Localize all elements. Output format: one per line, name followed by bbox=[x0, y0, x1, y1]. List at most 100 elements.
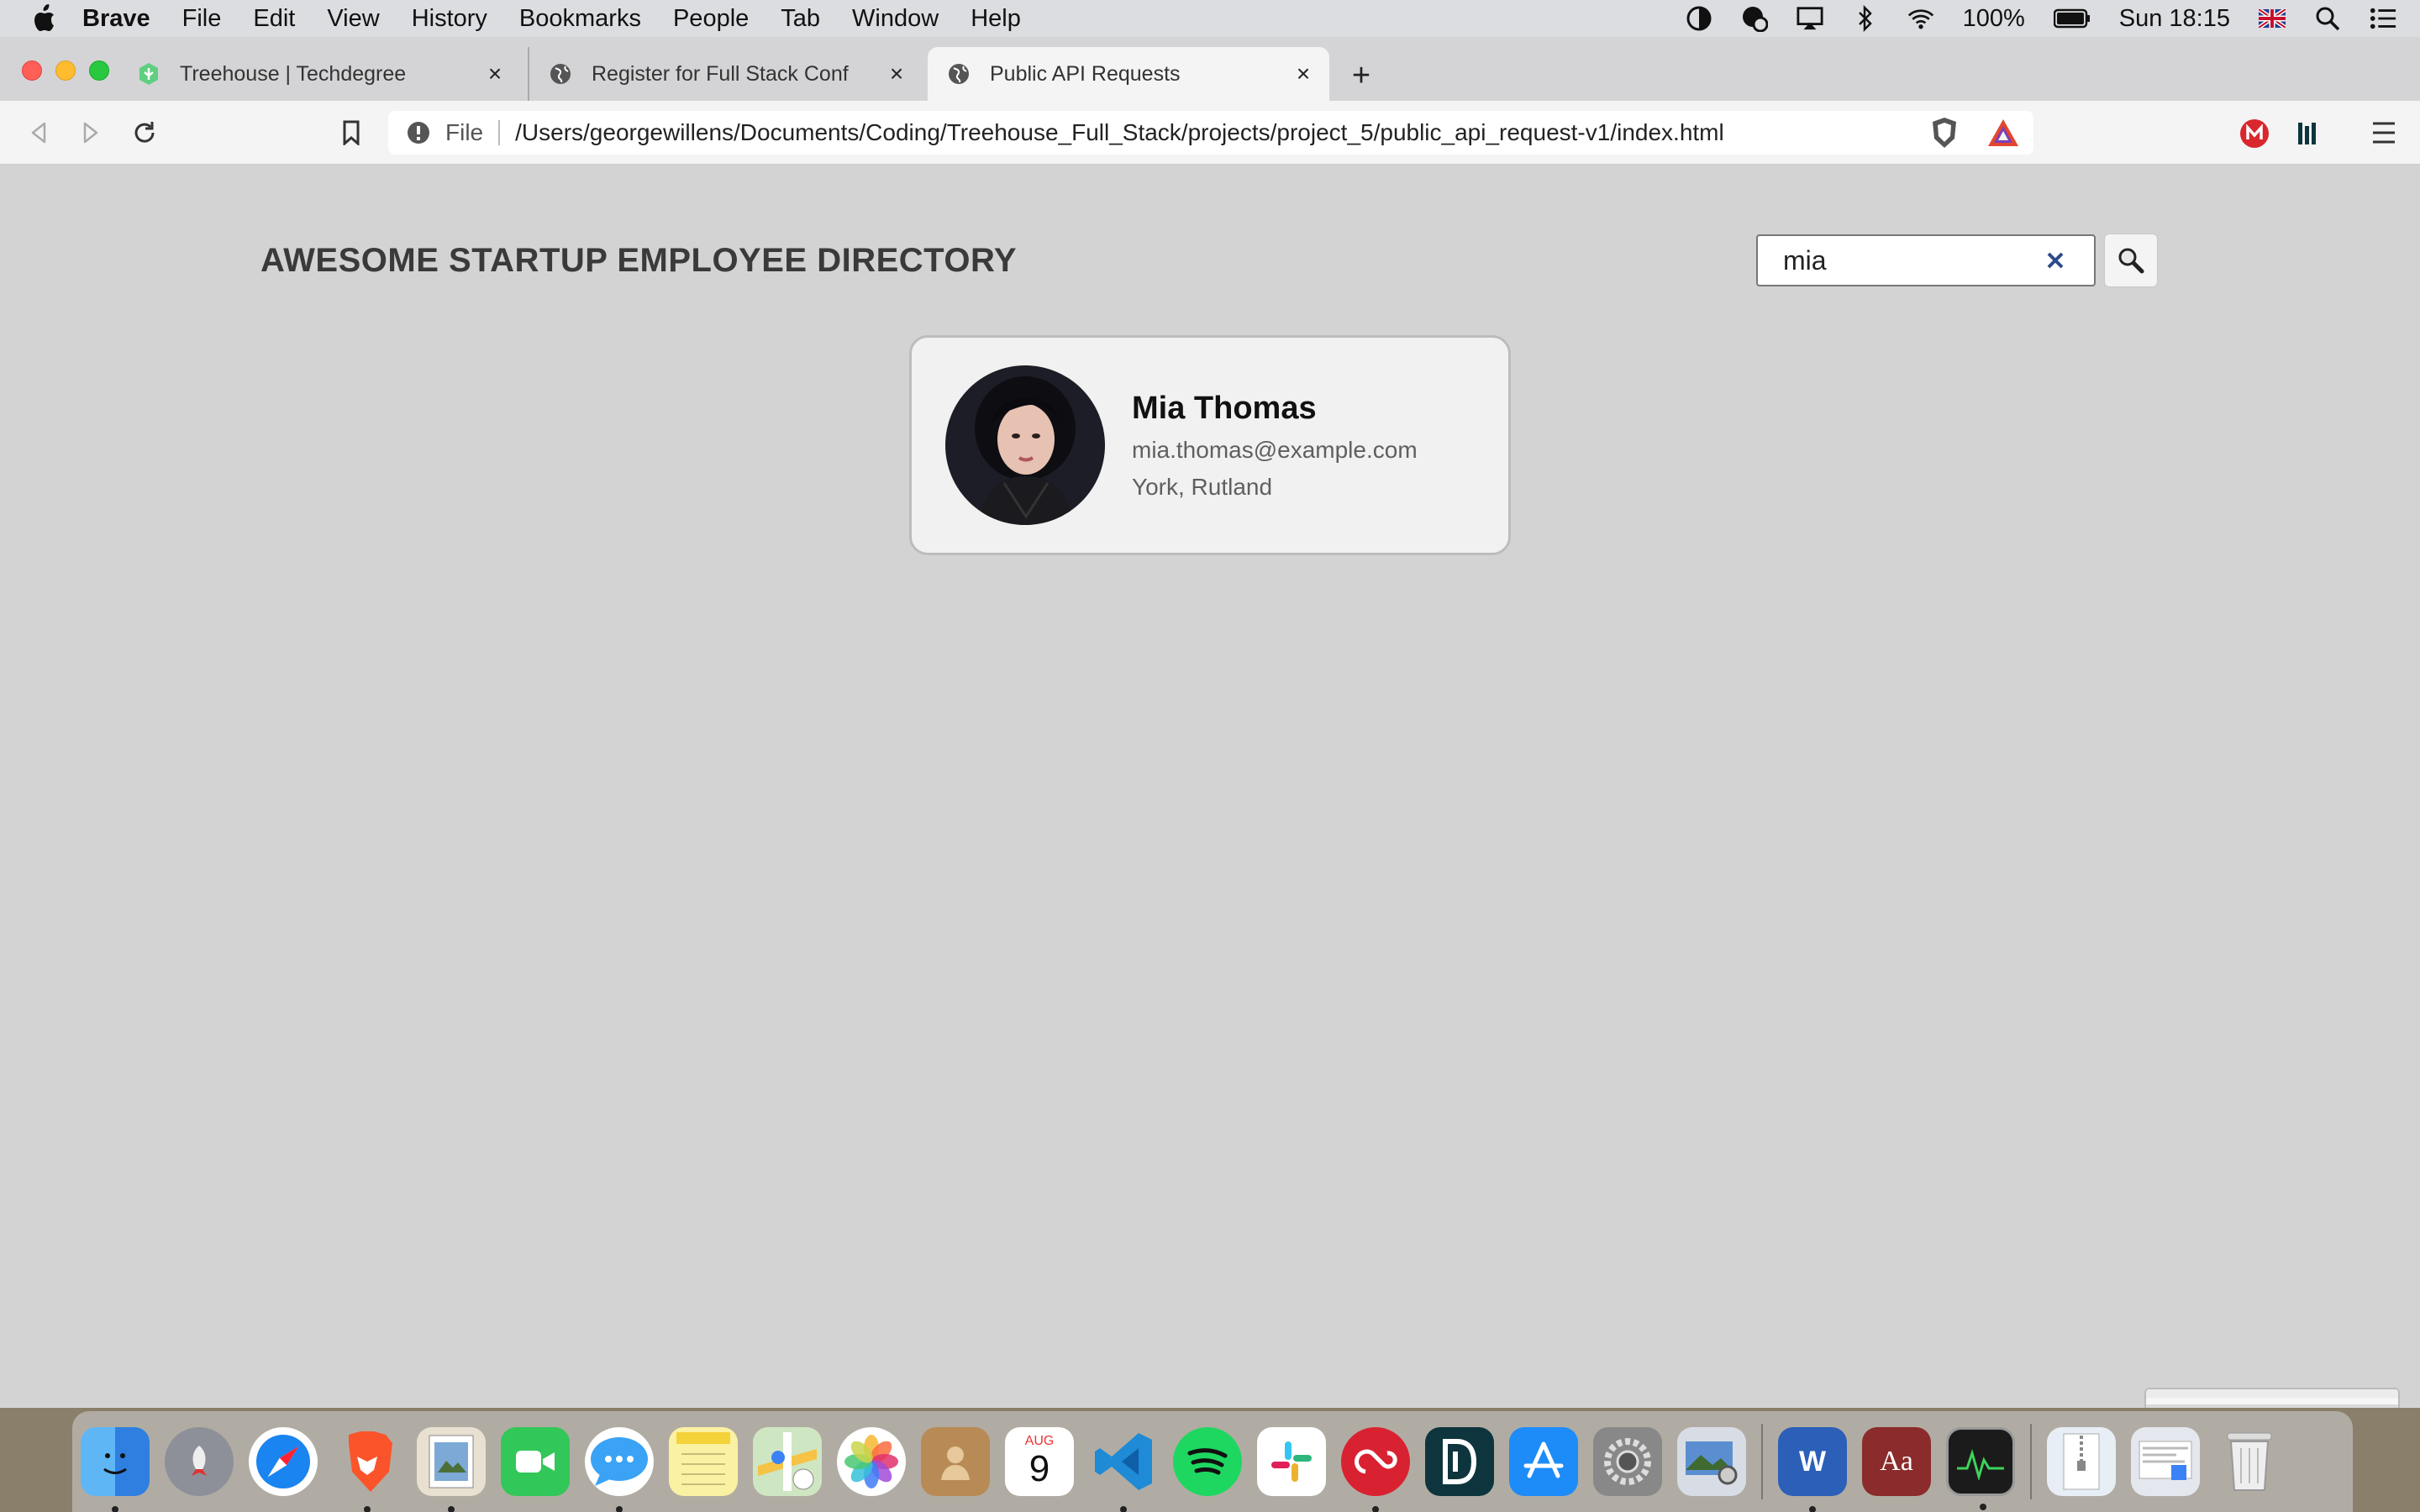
bookmark-icon[interactable] bbox=[334, 116, 368, 150]
apple-menu-icon[interactable] bbox=[20, 0, 67, 37]
treehouse-icon bbox=[136, 61, 161, 87]
window-minimize-button[interactable] bbox=[55, 60, 76, 81]
globe-icon bbox=[946, 61, 971, 87]
slack-icon[interactable] bbox=[1257, 1427, 1326, 1496]
menu-clock[interactable]: Sun 18:15 bbox=[2119, 5, 2230, 33]
running-indicator bbox=[448, 1506, 455, 1512]
page-content: AWESOME STARTUP EMPLOYEE DIRECTORY mia M… bbox=[0, 165, 2420, 1512]
safari-icon[interactable] bbox=[249, 1427, 318, 1496]
activity-monitor-icon[interactable] bbox=[1946, 1427, 2015, 1510]
menu-app-name[interactable]: Brave bbox=[82, 0, 150, 37]
running-indicator bbox=[364, 1506, 371, 1512]
menu-view[interactable]: View bbox=[327, 0, 379, 37]
browser-menu-icon[interactable] bbox=[2370, 118, 2398, 148]
running-indicator bbox=[1809, 1506, 1816, 1512]
contrast-icon[interactable] bbox=[1686, 5, 1712, 32]
menu-bookmarks[interactable]: Bookmarks bbox=[519, 0, 641, 37]
dashlane-extension-icon[interactable] bbox=[2291, 118, 2323, 150]
tab-close-icon[interactable]: × bbox=[1291, 60, 1316, 87]
browser-tab-strip: Treehouse | Techdegree × Register for Fu… bbox=[0, 37, 2420, 101]
dock-separator bbox=[2030, 1424, 2032, 1499]
wifi-icon[interactable] bbox=[1907, 5, 1934, 32]
address-url[interactable]: /Users/georgewillens/Documents/Coding/Tr… bbox=[515, 119, 2033, 146]
uk-flag-icon[interactable] bbox=[2259, 5, 2286, 32]
running-indicator bbox=[1120, 1506, 1127, 1512]
search-submit-button[interactable] bbox=[2104, 234, 2158, 287]
menu-tab[interactable]: Tab bbox=[781, 0, 820, 37]
dashlane-icon[interactable] bbox=[1425, 1427, 1494, 1496]
tab-close-icon[interactable]: × bbox=[884, 60, 909, 87]
spotify-icon[interactable] bbox=[1173, 1427, 1242, 1496]
reload-icon[interactable] bbox=[128, 116, 161, 150]
bluetooth-icon[interactable] bbox=[1852, 5, 1879, 32]
finder-icon[interactable] bbox=[81, 1427, 150, 1512]
tab-title: Treehouse | Techdegree bbox=[180, 61, 407, 86]
new-tab-icon[interactable]: + bbox=[1344, 59, 1378, 92]
tab-title: Register for Full Stack Conf bbox=[592, 61, 849, 86]
brave-rewards-icon[interactable] bbox=[1986, 118, 2020, 148]
brave-shields-icon[interactable] bbox=[1929, 116, 1960, 150]
dictionary-icon[interactable]: Aa bbox=[1862, 1427, 1931, 1496]
image-capture-icon[interactable] bbox=[1677, 1427, 1746, 1496]
search-icon bbox=[2118, 248, 2144, 274]
employee-location: York, Rutland bbox=[1132, 473, 1273, 500]
calendar-month: AUG bbox=[1024, 1434, 1055, 1448]
address-bar[interactable]: File /Users/georgewillens/Documents/Codi… bbox=[388, 111, 2033, 155]
employee-email: mia.thomas@example.com bbox=[1132, 436, 1418, 463]
menu-file[interactable]: File bbox=[182, 0, 222, 37]
contacts-icon[interactable] bbox=[921, 1427, 990, 1496]
airplay-icon[interactable] bbox=[1797, 5, 1823, 32]
calendar-day: 9 bbox=[1028, 1448, 1050, 1489]
macos-dock: AUG 9 W Aa bbox=[72, 1411, 2353, 1512]
employee-name: Mia Thomas bbox=[1132, 390, 1317, 426]
creative-cloud-icon[interactable] bbox=[1341, 1427, 1410, 1512]
menu-history[interactable]: History bbox=[412, 0, 487, 37]
brave-icon[interactable] bbox=[333, 1427, 402, 1512]
preview-icon[interactable] bbox=[417, 1427, 486, 1512]
system-preferences-icon[interactable] bbox=[1593, 1427, 1662, 1496]
maps-icon[interactable] bbox=[753, 1427, 822, 1496]
calendar-icon[interactable]: AUG 9 bbox=[1005, 1427, 1074, 1496]
running-indicator bbox=[112, 1506, 118, 1512]
notes-icon[interactable] bbox=[669, 1427, 738, 1496]
battery-icon[interactable] bbox=[2053, 5, 2091, 32]
employee-info: Mia Thomas mia.thomas@example.com York, … bbox=[1132, 391, 1418, 501]
notification-center-icon[interactable] bbox=[2370, 5, 2396, 32]
back-arrow-icon[interactable] bbox=[22, 116, 55, 150]
menu-help[interactable]: Help bbox=[971, 0, 1021, 37]
app-store-icon[interactable] bbox=[1509, 1427, 1578, 1496]
mega-extension-icon[interactable] bbox=[2238, 118, 2270, 150]
vpn-icon[interactable] bbox=[1741, 5, 1768, 32]
photos-icon[interactable] bbox=[837, 1427, 906, 1496]
tab-public-api-requests[interactable]: Public API Requests × bbox=[928, 47, 1329, 101]
menu-people[interactable]: People bbox=[673, 0, 749, 37]
running-indicator bbox=[1980, 1504, 1986, 1510]
window-zoom-button[interactable] bbox=[89, 60, 109, 81]
menu-window[interactable]: Window bbox=[852, 0, 939, 37]
window-close-button[interactable] bbox=[22, 60, 42, 81]
facetime-icon[interactable] bbox=[501, 1427, 570, 1496]
archive-icon[interactable] bbox=[2047, 1427, 2116, 1496]
dictionary-letters: Aa bbox=[1880, 1446, 1913, 1477]
tab-treehouse[interactable]: Treehouse | Techdegree × bbox=[118, 47, 521, 101]
forward-arrow-icon[interactable] bbox=[74, 116, 108, 150]
trash-icon[interactable] bbox=[2215, 1427, 2284, 1496]
info-icon[interactable] bbox=[405, 119, 432, 146]
messages-icon[interactable] bbox=[585, 1427, 654, 1512]
launchpad-icon[interactable] bbox=[165, 1427, 234, 1496]
page-title: AWESOME STARTUP EMPLOYEE DIRECTORY bbox=[260, 242, 1018, 279]
employee-card[interactable]: Mia Thomas mia.thomas@example.com York, … bbox=[909, 335, 1511, 555]
spotlight-icon[interactable] bbox=[2314, 5, 2341, 32]
menu-edit[interactable]: Edit bbox=[253, 0, 295, 37]
search-clear-icon[interactable] bbox=[2042, 247, 2069, 274]
running-indicator bbox=[1372, 1506, 1379, 1512]
running-indicator bbox=[616, 1506, 623, 1512]
tab-close-icon[interactable]: × bbox=[482, 60, 508, 87]
vscode-icon[interactable] bbox=[1089, 1427, 1158, 1512]
microsoft-word-icon[interactable]: W bbox=[1778, 1427, 1847, 1512]
tab-register-conf[interactable]: Register for Full Stack Conf × bbox=[528, 47, 923, 101]
battery-percent: 100% bbox=[1962, 4, 2025, 32]
downloads-stack-icon[interactable] bbox=[2131, 1427, 2200, 1496]
globe-icon bbox=[548, 61, 573, 87]
address-separator bbox=[498, 120, 501, 145]
